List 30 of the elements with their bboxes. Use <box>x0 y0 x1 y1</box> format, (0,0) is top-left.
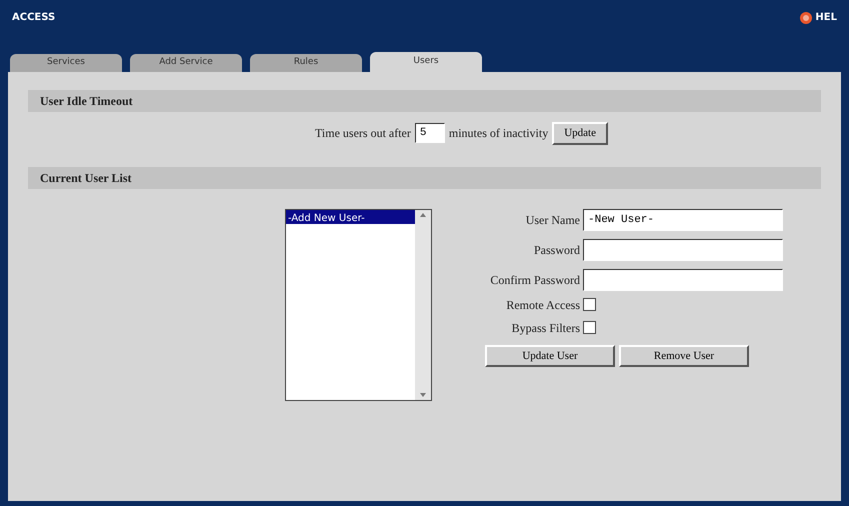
text-field[interactable] <box>583 238 783 260</box>
checkbox-label: Bypass Filters <box>510 320 581 336</box>
field-label: User Name <box>524 212 581 228</box>
tab[interactable]: Users <box>370 52 482 72</box>
scroll-up-icon[interactable] <box>419 212 427 218</box>
help-link[interactable]: HEL <box>815 10 837 25</box>
tab[interactable]: Services <box>10 54 122 72</box>
timeout-suffix: minutes of inactivity <box>448 125 548 142</box>
checkbox[interactable] <box>583 321 596 334</box>
tab[interactable]: Add Service <box>130 54 242 72</box>
scrollbar[interactable] <box>415 210 431 400</box>
app-title: ACCESS <box>12 11 56 25</box>
scroll-down-icon[interactable] <box>419 392 427 398</box>
update-button[interactable]: Update <box>552 122 608 144</box>
section-heading: User Idle Timeout <box>28 90 821 112</box>
action-button[interactable]: Update User <box>485 344 615 367</box>
field-label: Confirm Password <box>489 272 581 288</box>
checkbox[interactable] <box>583 298 596 311</box>
checkbox-label: Remote Access <box>505 296 581 314</box>
tab[interactable]: Rules <box>250 54 362 72</box>
action-button[interactable]: Remove User <box>619 344 749 367</box>
field-label: Password <box>532 242 581 258</box>
timeout-field[interactable]: 5 <box>414 123 445 144</box>
list-item[interactable]: -Add New User- <box>286 210 415 224</box>
section-heading: Current User List <box>28 166 821 188</box>
timeout-label: Time users out after <box>315 125 411 142</box>
text-field[interactable]: -New User- <box>583 208 783 230</box>
text-field[interactable] <box>583 268 783 290</box>
help-icon[interactable] <box>800 12 812 24</box>
user-list[interactable]: -Add New User- <box>285 208 432 400</box>
